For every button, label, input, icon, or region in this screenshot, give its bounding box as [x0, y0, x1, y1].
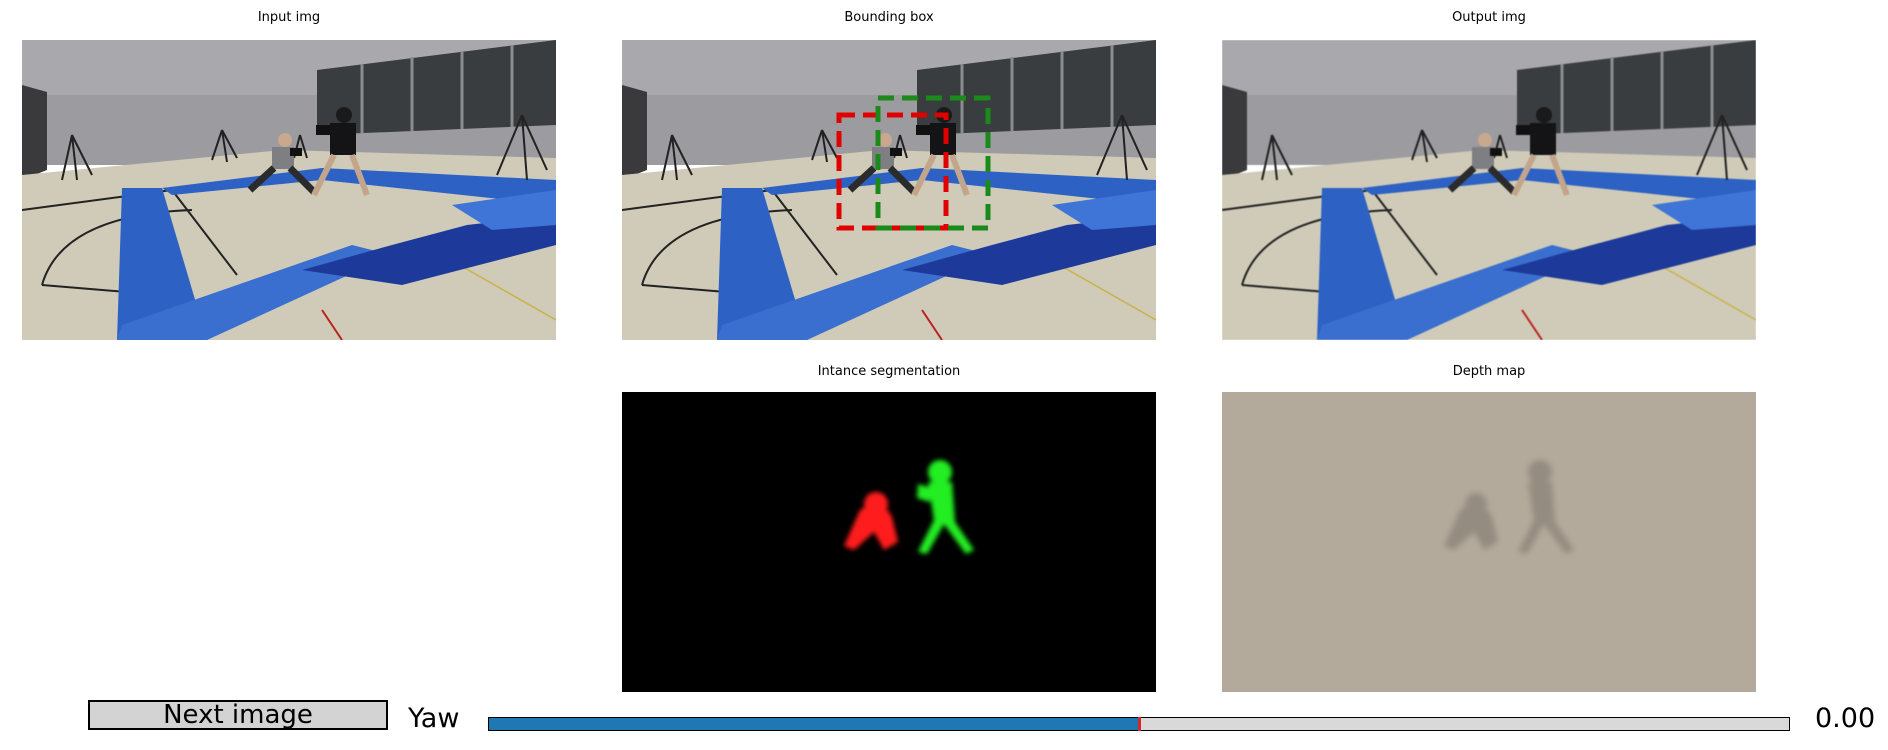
yaw-slider-fill	[489, 718, 1139, 730]
bounding-box-title: Bounding box	[844, 10, 934, 25]
yaw-slider-marker[interactable]	[1138, 717, 1141, 731]
depth-map-panel	[1222, 392, 1756, 692]
yaw-label: Yaw	[408, 703, 460, 734]
segmentation-image	[844, 460, 974, 554]
yaw-slider[interactable]	[488, 717, 1790, 731]
output-img-title: Output img	[1452, 10, 1526, 25]
red-instance-mask	[844, 492, 898, 550]
input-img-title: Input img	[257, 10, 321, 25]
yaw-value: 0.00	[1815, 703, 1876, 734]
input-image	[22, 40, 556, 340]
depth-map-image	[1444, 460, 1574, 554]
bounding-box-panel	[622, 40, 1156, 340]
green-instance-mask	[917, 460, 974, 554]
output-image-panel	[1222, 40, 1756, 340]
depth-map-title: Depth map	[1452, 364, 1526, 379]
segmentation-title: Intance segmentation	[817, 364, 961, 379]
next-image-button[interactable]: Next image	[88, 700, 388, 730]
segmentation-panel	[622, 392, 1156, 692]
output-image	[1222, 40, 1756, 340]
bounding-box-image	[622, 40, 1156, 340]
input-image-panel	[22, 40, 556, 340]
